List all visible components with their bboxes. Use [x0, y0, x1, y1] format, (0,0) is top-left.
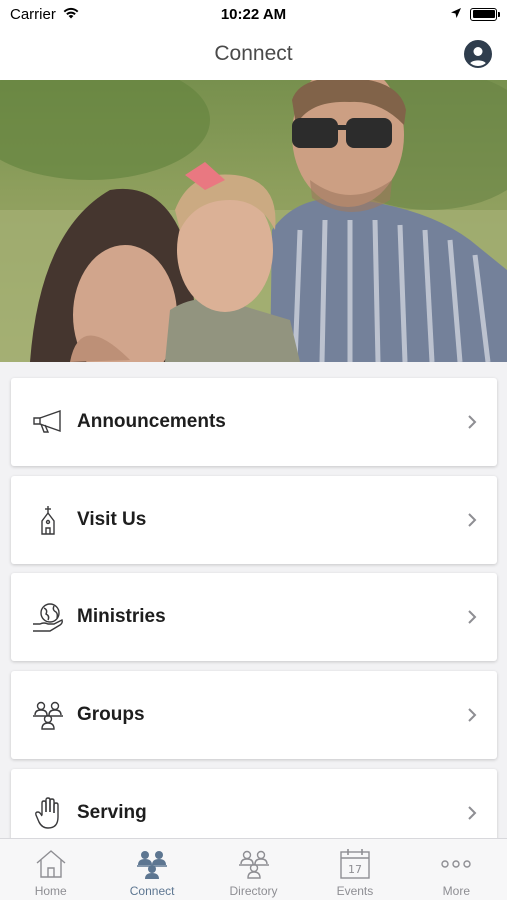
tab-label-connect: Connect [129, 884, 175, 898]
user-profile-icon[interactable] [464, 40, 492, 68]
menu-item-groups[interactable]: Groups [11, 671, 497, 760]
globe-hand-icon [31, 600, 65, 634]
chevron-right-icon [468, 806, 477, 820]
tab-bar: Home Connect Directory 17 Events More [0, 838, 507, 900]
chevron-right-icon [468, 512, 477, 527]
group-people-icon [31, 698, 65, 732]
tab-label-events: Events [336, 884, 374, 898]
status-bar: Carrier 10:22 AM [0, 0, 507, 28]
connect-people-icon [135, 847, 169, 881]
hero-family-photo [0, 80, 507, 362]
location-icon [450, 6, 462, 23]
chevron-right-icon [468, 610, 477, 625]
tab-directory[interactable]: Directory [203, 839, 304, 900]
more-dots-icon [439, 847, 473, 881]
menu-item-announcements[interactable]: Announcements [11, 378, 497, 466]
directory-people-icon [237, 847, 271, 881]
carrier-label: Carrier [10, 5, 56, 23]
status-time: 10:22 AM [220, 5, 287, 23]
tab-label-directory: Directory [229, 884, 278, 898]
nav-bar: Connect [0, 28, 507, 80]
calendar-icon: 17 [338, 847, 372, 881]
menu-item-visit-us[interactable]: Visit Us [11, 475, 497, 564]
chevron-right-icon [468, 708, 477, 722]
menu-label-ministries: Ministries [77, 606, 166, 628]
menu-label-groups: Groups [77, 704, 145, 726]
megaphone-icon [31, 405, 65, 439]
calendar-date-text: 17 [348, 863, 362, 876]
status-right [337, 6, 500, 23]
tab-home[interactable]: Home [0, 839, 101, 900]
tab-more[interactable]: More [406, 839, 507, 900]
wifi-icon [62, 6, 80, 23]
menu-label-announcements: Announcements [77, 411, 226, 432]
chevron-right-icon [468, 415, 477, 429]
battery-icon [470, 7, 500, 21]
tab-label-more: More [442, 884, 470, 898]
menu-label-visit-us: Visit Us [77, 508, 147, 530]
raised-hand-icon [31, 796, 65, 830]
menu-list: Announcements Visit Us Ministries Groups… [11, 378, 497, 866]
tab-events[interactable]: 17 Events [304, 839, 405, 900]
status-left: Carrier [10, 6, 170, 23]
tab-connect[interactable]: Connect [101, 839, 202, 900]
page-title: Connect [214, 42, 293, 65]
tab-label-home: Home [34, 884, 67, 898]
menu-label-serving: Serving [77, 801, 147, 823]
home-icon [34, 847, 68, 881]
church-icon [31, 503, 65, 537]
menu-item-ministries[interactable]: Ministries [11, 573, 497, 662]
